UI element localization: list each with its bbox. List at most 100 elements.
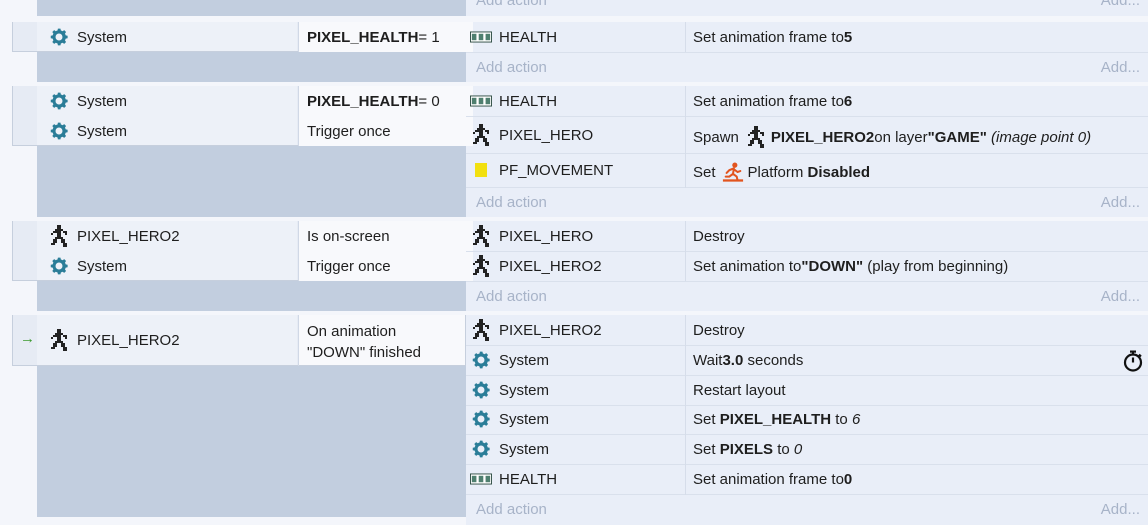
condition-label-line2: "DOWN" finished [307, 344, 422, 361]
gear-icon [48, 90, 70, 112]
action-prefix: Set [693, 163, 716, 181]
condition-text[interactable]: Is on-screen [299, 221, 473, 251]
divider [466, 153, 1148, 154]
action-row[interactable]: PIXEL_HERO2 [470, 315, 682, 345]
condition-text[interactable]: PIXEL_HEALTH = 1 [299, 22, 473, 52]
action-row[interactable]: System [470, 404, 682, 434]
condition-label-line1: On animation [307, 323, 397, 340]
add-action-row[interactable]: Add action Add... [466, 188, 1148, 218]
action-object-name: HEALTH [499, 470, 558, 488]
action-suffix: (play from beginning) [863, 257, 1009, 275]
add-label[interactable]: Add... [1101, 288, 1140, 305]
action-row[interactable]: System [470, 375, 682, 405]
action-mid: to [773, 440, 794, 458]
yellow-square-icon [470, 159, 492, 181]
add-label[interactable]: Add... [1101, 194, 1140, 211]
condition-text[interactable]: Trigger once [299, 116, 473, 146]
add-label[interactable]: Add... [1101, 501, 1140, 518]
add-action-row[interactable]: Add action Add... [466, 495, 1148, 525]
action-row[interactable]: HEALTH [470, 86, 682, 116]
condition-text[interactable]: On animation "DOWN" finished [299, 315, 465, 365]
condition-label: Trigger once [307, 257, 391, 275]
action-text[interactable]: Set animation to "DOWN" (play from begin… [685, 251, 1148, 281]
add-label[interactable]: Add... [1101, 59, 1140, 76]
action-row[interactable]: PIXEL_HERO2 [470, 251, 682, 281]
action-row[interactable]: System [470, 345, 682, 375]
action-text[interactable]: Set animation frame to 0 [685, 464, 1148, 494]
condition-object-name: System [77, 92, 128, 110]
comparison: = 0 [418, 92, 440, 110]
action-object-name: PIXEL_HERO2 [499, 321, 602, 339]
action-value: "DOWN" [801, 257, 864, 275]
add-action-row[interactable]: Add action Add... [466, 0, 1148, 16]
action-row[interactable]: PIXEL_HERO [470, 221, 682, 251]
add-action-label[interactable]: Add action [476, 59, 547, 76]
action-text[interactable]: Set PIXEL_HEALTH to 6 [685, 404, 1148, 434]
action-object-name: System [499, 351, 550, 369]
add-label[interactable]: Add... [1101, 0, 1140, 9]
sprite-hero-icon [470, 225, 492, 247]
condition-row[interactable]: PIXEL_HERO2 [48, 221, 296, 251]
condition-row[interactable]: System [48, 251, 296, 281]
add-action-label[interactable]: Add action [476, 288, 547, 305]
condition-text[interactable]: PIXEL_HEALTH = 0 [299, 86, 473, 116]
condition-row[interactable]: System [48, 116, 296, 146]
add-action-row[interactable]: Add action Add... [466, 53, 1148, 83]
action-text[interactable]: Wait 3.0 seconds [685, 345, 1148, 375]
action-prefix: Set animation to [693, 257, 802, 275]
column-divider [685, 22, 686, 52]
action-text[interactable]: Destroy [685, 315, 1148, 345]
action-prefix: Set animation frame to [693, 28, 844, 46]
action-prefix: Set [693, 410, 720, 428]
action-suffix: seconds [743, 351, 804, 369]
action-object-name: HEALTH [499, 92, 558, 110]
action-row[interactable]: System [470, 434, 682, 464]
action-value: 0 [843, 470, 853, 488]
condition-object-name: PIXEL_HERO2 [77, 331, 180, 349]
add-action-label[interactable]: Add action [476, 501, 547, 518]
action-text[interactable]: Set animation frame to 6 [685, 86, 1148, 116]
condition-row[interactable]: PIXEL_HERO2 [48, 325, 296, 355]
action-label: Destroy [693, 227, 745, 245]
layer-name: "GAME" [927, 128, 987, 146]
condition-row[interactable]: System [48, 22, 296, 52]
action-text[interactable]: Destroy [685, 221, 1148, 251]
action-row[interactable]: HEALTH [470, 464, 682, 494]
add-action-label[interactable]: Add action [476, 0, 547, 9]
action-object-name: System [499, 440, 550, 458]
action-text[interactable]: Restart layout [685, 375, 1148, 405]
condition-row[interactable]: System [48, 86, 296, 116]
column-divider [298, 86, 299, 146]
action-prefix: Set [693, 440, 720, 458]
gear-icon [470, 438, 492, 460]
add-action-row[interactable]: Add action Add... [466, 282, 1148, 312]
action-text[interactable]: Set Platform Disabled [685, 157, 1148, 187]
condition-object-name: System [77, 122, 128, 140]
action-row[interactable]: PF_MOVEMENT [470, 155, 682, 185]
behavior-name: Platform [747, 163, 804, 181]
column-divider [298, 221, 299, 281]
action-label: Restart layout [693, 381, 786, 399]
gear-icon [470, 379, 492, 401]
action-text[interactable]: Set PIXELS to 0 [685, 434, 1148, 464]
add-action-label[interactable]: Add action [476, 194, 547, 211]
action-prefix: Spawn [693, 128, 739, 146]
tiledbg-icon [470, 90, 492, 112]
gear-icon [48, 26, 70, 48]
action-object-name: PF_MOVEMENT [499, 161, 614, 179]
column-divider [685, 221, 686, 281]
action-row[interactable]: PIXEL_HERO [470, 119, 682, 151]
sprite-hero-icon [470, 124, 492, 146]
condition-label: Trigger once [307, 122, 391, 140]
action-prefix: Set animation frame to [693, 92, 844, 110]
action-row[interactable]: HEALTH [470, 22, 682, 52]
action-text[interactable]: Set animation frame to 5 [685, 22, 1148, 52]
divider [466, 116, 1148, 117]
action-object-name: PIXEL_HERO [499, 227, 594, 245]
condition-text[interactable]: Trigger once [299, 251, 473, 281]
action-value: 3.0 [722, 351, 744, 369]
variable-name: PIXEL_HEALTH [719, 410, 832, 428]
action-text[interactable]: Spawn PIXEL_HERO2 on layer "GAME" (image… [685, 121, 1148, 153]
variable-name: PIXELS [719, 440, 774, 458]
action-prefix: Set animation frame to [693, 470, 844, 488]
